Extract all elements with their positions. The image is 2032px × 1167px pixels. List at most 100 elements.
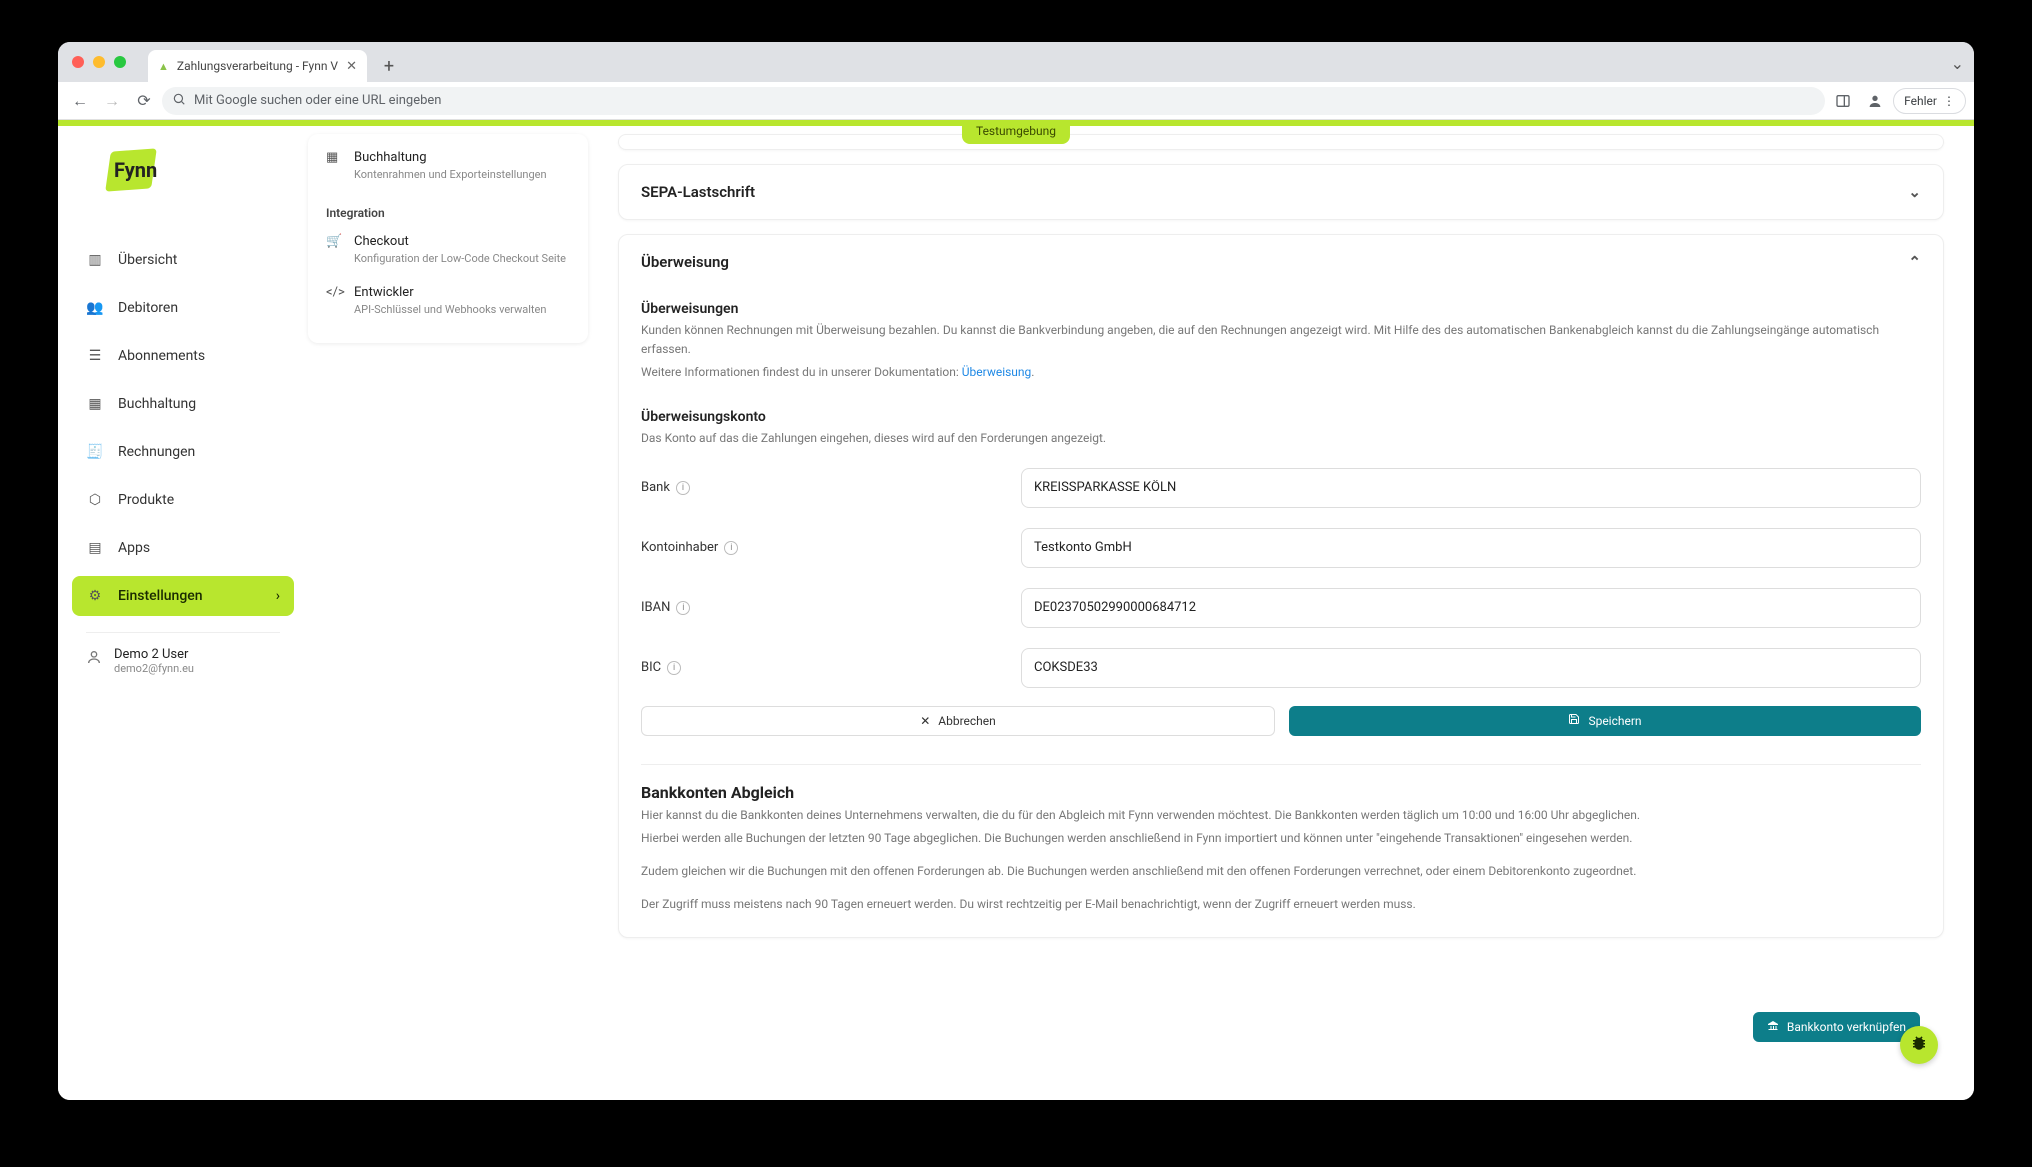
window-controls bbox=[72, 56, 126, 68]
app-viewport: Testumgebung Fynn ▥ Übersicht 👥 Debitore… bbox=[58, 120, 1974, 1100]
cancel-button[interactable]: ✕ Abbrechen bbox=[641, 706, 1275, 736]
subnav-item-desc: Kontenrahmen und Exporteinstellungen bbox=[354, 167, 570, 182]
subnav-item-entwickler[interactable]: </>Entwickler API-Schlüssel und Webhooks… bbox=[308, 277, 588, 327]
bug-report-fab[interactable] bbox=[1900, 1026, 1938, 1064]
sidebar-item-rechnungen[interactable]: 🧾 Rechnungen bbox=[72, 432, 294, 472]
back-button[interactable]: ← bbox=[66, 87, 94, 115]
input-iban[interactable] bbox=[1021, 588, 1921, 628]
sidebar-item-abonnements[interactable]: ☰ Abonnements bbox=[72, 336, 294, 376]
panel-toggle-icon[interactable] bbox=[1829, 87, 1857, 115]
info-icon[interactable]: i bbox=[667, 661, 681, 675]
abgleich-p1: Hier kannst du die Bankkonten deines Unt… bbox=[641, 806, 1921, 825]
info-icon[interactable]: i bbox=[724, 541, 738, 555]
doc-prefix: Weitere Informationen findest du in unse… bbox=[641, 365, 962, 379]
box-icon: ☰ bbox=[86, 348, 104, 364]
sidebar-item-label: Einstellungen bbox=[118, 588, 203, 604]
section-doc-line: Weitere Informationen findest du in unse… bbox=[641, 363, 1921, 382]
sepa-card-header[interactable]: SEPA-Lastschrift ⌄ bbox=[619, 165, 1943, 219]
form-row-bank: Bank i bbox=[641, 468, 1921, 508]
sidebar-item-einstellungen[interactable]: ⚙ Einstellungen › bbox=[72, 576, 294, 616]
cancel-button-label: Abbrechen bbox=[938, 714, 996, 728]
subnav-item-checkout[interactable]: 🛒Checkout Konfiguration der Low-Code Che… bbox=[308, 226, 588, 276]
sepa-card: SEPA-Lastschrift ⌄ bbox=[618, 164, 1944, 220]
ueberweisung-card-header[interactable]: Überweisung ⌃ bbox=[619, 235, 1943, 289]
input-holder[interactable] bbox=[1021, 528, 1921, 568]
tab-bar: ▲ Zahlungsverarbeitung - Fynn V ✕ + ⌄ bbox=[58, 42, 1974, 82]
sidebar-item-apps[interactable]: ▤ Apps bbox=[72, 528, 294, 568]
card-title: Überweisung bbox=[641, 253, 729, 271]
new-tab-button[interactable]: + bbox=[375, 52, 403, 80]
input-bic[interactable] bbox=[1021, 648, 1921, 688]
settings-subnav: ▦ Buchhaltung Kontenrahmen und Exporteins… bbox=[308, 120, 588, 1100]
save-button[interactable]: Speichern bbox=[1289, 706, 1921, 736]
window-maximize-button[interactable] bbox=[114, 56, 126, 68]
sidebar-item-label: Apps bbox=[118, 540, 150, 556]
card-title: SEPA-Lastschrift bbox=[641, 183, 755, 201]
form-row-iban: IBAN i bbox=[641, 588, 1921, 628]
chevron-down-icon: ⌄ bbox=[1908, 183, 1921, 201]
section-title-konto: Überweisungskonto bbox=[641, 409, 1921, 425]
cart-icon: 🛒 bbox=[326, 234, 342, 249]
user-name: Demo 2 User bbox=[114, 647, 194, 662]
bug-icon bbox=[1910, 1034, 1928, 1057]
section-title-ueberweisungen: Überweisungen bbox=[641, 301, 1921, 317]
input-bank[interactable] bbox=[1021, 468, 1921, 508]
profile-icon[interactable] bbox=[1861, 87, 1889, 115]
sidebar-item-produkte[interactable]: ⬡ Produkte bbox=[72, 480, 294, 520]
divider bbox=[641, 764, 1921, 765]
link-bank-account-label: Bankkonto verknüpfen bbox=[1787, 1020, 1906, 1034]
invoice-icon: 🧾 bbox=[86, 444, 104, 460]
forward-button[interactable]: → bbox=[98, 87, 126, 115]
sidebar-item-debitoren[interactable]: 👥 Debitoren bbox=[72, 288, 294, 328]
form-row-bic: BIC i bbox=[641, 648, 1921, 688]
bank-icon bbox=[1767, 1020, 1779, 1035]
info-icon[interactable]: i bbox=[676, 481, 690, 495]
logo-text: Fynn bbox=[114, 158, 157, 182]
close-icon: ✕ bbox=[920, 714, 930, 728]
main-panel: SEPA-Lastschrift ⌄ Überweisung ⌃ Überwei… bbox=[588, 120, 1974, 1100]
gear-icon: ⚙ bbox=[86, 588, 104, 604]
doc-period: . bbox=[1031, 365, 1034, 379]
reload-button[interactable]: ⟳ bbox=[130, 87, 158, 115]
sidebar: Fynn ▥ Übersicht 👥 Debitoren ☰ Abonnemen… bbox=[58, 120, 308, 1100]
label-bic: BIC i bbox=[641, 660, 1021, 675]
section-desc-konto: Das Konto auf das die Zahlungen eingehen… bbox=[641, 429, 1921, 448]
save-icon bbox=[1568, 713, 1580, 728]
code-icon: </> bbox=[326, 285, 342, 300]
abgleich-p4: Der Zugriff muss meistens nach 90 Tagen … bbox=[641, 895, 1921, 914]
sidebar-item-buchhaltung[interactable]: ▦ Buchhaltung bbox=[72, 384, 294, 424]
search-icon bbox=[172, 92, 186, 110]
user-icon bbox=[86, 649, 102, 669]
subnav-item-title: Buchhaltung bbox=[354, 150, 427, 165]
environment-badge: Testumgebung bbox=[962, 120, 1070, 144]
ueberweisung-card: Überweisung ⌃ Überweisungen Kunden könne… bbox=[618, 234, 1944, 938]
link-bank-account-button[interactable]: Bankkonto verknüpfen bbox=[1753, 1012, 1920, 1042]
error-chip[interactable]: Fehler ⋮ bbox=[1893, 88, 1966, 114]
browser-tab[interactable]: ▲ Zahlungsverarbeitung - Fynn V ✕ bbox=[148, 50, 367, 82]
sidebar-item-uebersicht[interactable]: ▥ Übersicht bbox=[72, 240, 294, 280]
chevron-right-icon: › bbox=[276, 588, 280, 604]
label-iban: IBAN i bbox=[641, 600, 1021, 615]
subnav-item-buchhaltung[interactable]: ▦ Buchhaltung Kontenrahmen und Exporteins… bbox=[308, 142, 588, 192]
doc-link-ueberweisung[interactable]: Überweisung bbox=[962, 365, 1032, 379]
user-block[interactable]: Demo 2 User demo2@fynn.eu bbox=[86, 632, 280, 675]
chevron-up-icon: ⌃ bbox=[1908, 253, 1921, 271]
label-holder: Kontoinhaber i bbox=[641, 540, 1021, 555]
window-close-button[interactable] bbox=[72, 56, 84, 68]
omnibox[interactable]: Mit Google suchen oder eine URL eingeben bbox=[162, 87, 1825, 115]
favicon-icon: ▲ bbox=[158, 60, 169, 73]
subnav-item-desc: API-Schlüssel und Webhooks verwalten bbox=[354, 302, 570, 317]
kebab-icon: ⋮ bbox=[1943, 94, 1955, 108]
calculator-icon: ▦ bbox=[326, 150, 342, 165]
info-icon[interactable]: i bbox=[676, 601, 690, 615]
tab-close-icon[interactable]: ✕ bbox=[346, 59, 357, 74]
ueberweisung-card-body: Überweisungen Kunden können Rechnungen m… bbox=[619, 301, 1943, 937]
window-minimize-button[interactable] bbox=[93, 56, 105, 68]
sidebar-item-label: Produkte bbox=[118, 492, 174, 508]
user-email: demo2@fynn.eu bbox=[114, 662, 194, 675]
calculator-icon: ▦ bbox=[86, 396, 104, 412]
tabs-dropdown-icon[interactable]: ⌄ bbox=[1951, 54, 1964, 73]
omnibox-placeholder: Mit Google suchen oder eine URL eingeben bbox=[194, 93, 441, 108]
sidebar-nav: ▥ Übersicht 👥 Debitoren ☰ Abonnements ▦ … bbox=[58, 220, 308, 624]
error-chip-label: Fehler bbox=[1904, 94, 1937, 108]
